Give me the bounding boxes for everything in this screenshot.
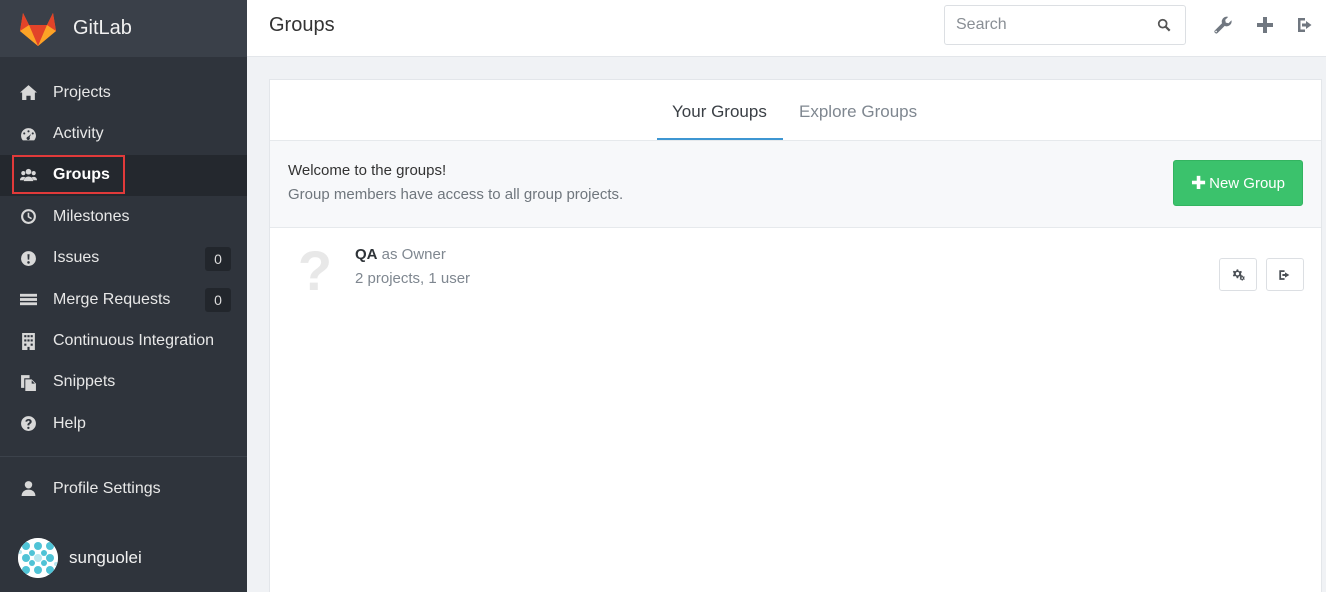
sidebar-item-label: Continuous Integration [53,332,214,350]
sidebar-item-label: Issues [53,249,100,267]
app-name: GitLab [73,17,132,39]
cogs-icon [1232,268,1245,281]
user-icon [18,479,38,499]
plus-icon: ✚ [1191,172,1207,193]
tab-explore-groups[interactable]: Explore Groups [799,102,917,122]
sidebar-item-label: Projects [53,83,111,101]
active-tab-indicator [657,138,783,140]
group-settings-button[interactable] [1219,258,1257,291]
sidebar-item-label: Profile Settings [53,479,161,497]
page-title: Groups [269,14,335,36]
tab-your-groups[interactable]: Your Groups [672,102,767,122]
search-icon[interactable] [1157,18,1171,32]
group-role: as Owner [381,246,446,263]
sign-out-icon [1279,269,1290,280]
sidebar-item-label: Groups [53,166,110,184]
welcome-banner: Welcome to the groups! Group members hav… [270,141,1321,228]
gitlab-logo-icon [20,12,56,46]
avatar[interactable] [18,538,58,578]
exclamation-icon [18,248,38,268]
sidebar-item-label: Merge Requests [53,290,171,308]
sidebar-item-label: Milestones [53,207,130,225]
sidebar-item-projects[interactable]: Projects [0,72,247,113]
new-group-button[interactable]: ✚ New Group [1173,160,1303,206]
sidebar: GitLab Projects Activity Groups Mileston… [0,0,247,592]
group-icon [18,165,38,185]
sidebar-item-profile-settings[interactable]: Profile Settings [0,468,247,509]
sign-out-icon[interactable] [1296,15,1316,35]
new-group-label: New Group [1209,174,1285,192]
sidebar-item-help[interactable]: Help [0,403,247,444]
group-meta: 2 projects, 1 user [355,270,471,287]
group-name-link[interactable]: QA [355,246,378,263]
top-header: Groups [247,0,1326,57]
copy-icon [18,372,38,392]
sidebar-divider [0,456,247,457]
leave-group-button[interactable] [1266,258,1304,291]
issues-count-badge: 0 [205,246,231,271]
current-user[interactable]: sunguolei [18,538,142,578]
brand[interactable]: GitLab [0,0,247,57]
question-icon [18,414,38,434]
sidebar-item-label: Help [53,414,86,432]
sidebar-item-snippets[interactable]: Snippets [0,362,247,403]
search-box[interactable] [944,5,1186,45]
building-icon [18,331,38,351]
sidebar-item-label: Snippets [53,373,116,391]
new-plus-icon[interactable] [1255,15,1275,35]
sidebar-item-continuous-integration[interactable]: Continuous Integration [0,320,247,361]
admin-wrench-icon[interactable] [1213,15,1233,35]
list-icon [18,290,38,310]
group-avatar: ? [297,239,333,302]
welcome-title: Welcome to the groups! [288,162,447,179]
group-title: QA as Owner [355,246,446,263]
sidebar-item-milestones[interactable]: Milestones [0,196,247,237]
table-row[interactable]: ? QA as Owner 2 projects, 1 user [270,228,1321,318]
dashboard-icon [18,124,38,144]
sidebar-item-groups[interactable]: Groups [0,154,247,197]
clock-icon [18,207,38,227]
groups-panel: Your Groups Explore Groups Welcome to th… [269,79,1322,592]
welcome-subtitle: Group members have access to all group p… [288,186,624,203]
groups-tabs: Your Groups Explore Groups [270,80,1321,141]
sidebar-nav: Projects Activity Groups Milestones Issu… [0,72,247,445]
search-input[interactable] [945,6,1145,44]
sidebar-item-issues[interactable]: Issues 0 [0,238,247,279]
sidebar-item-activity[interactable]: Activity [0,113,247,154]
sidebar-item-merge-requests[interactable]: Merge Requests 0 [0,279,247,320]
user-name: sunguolei [69,548,142,567]
sidebar-item-label: Activity [53,125,104,143]
merge-requests-count-badge: 0 [205,287,231,312]
home-icon [18,83,38,103]
